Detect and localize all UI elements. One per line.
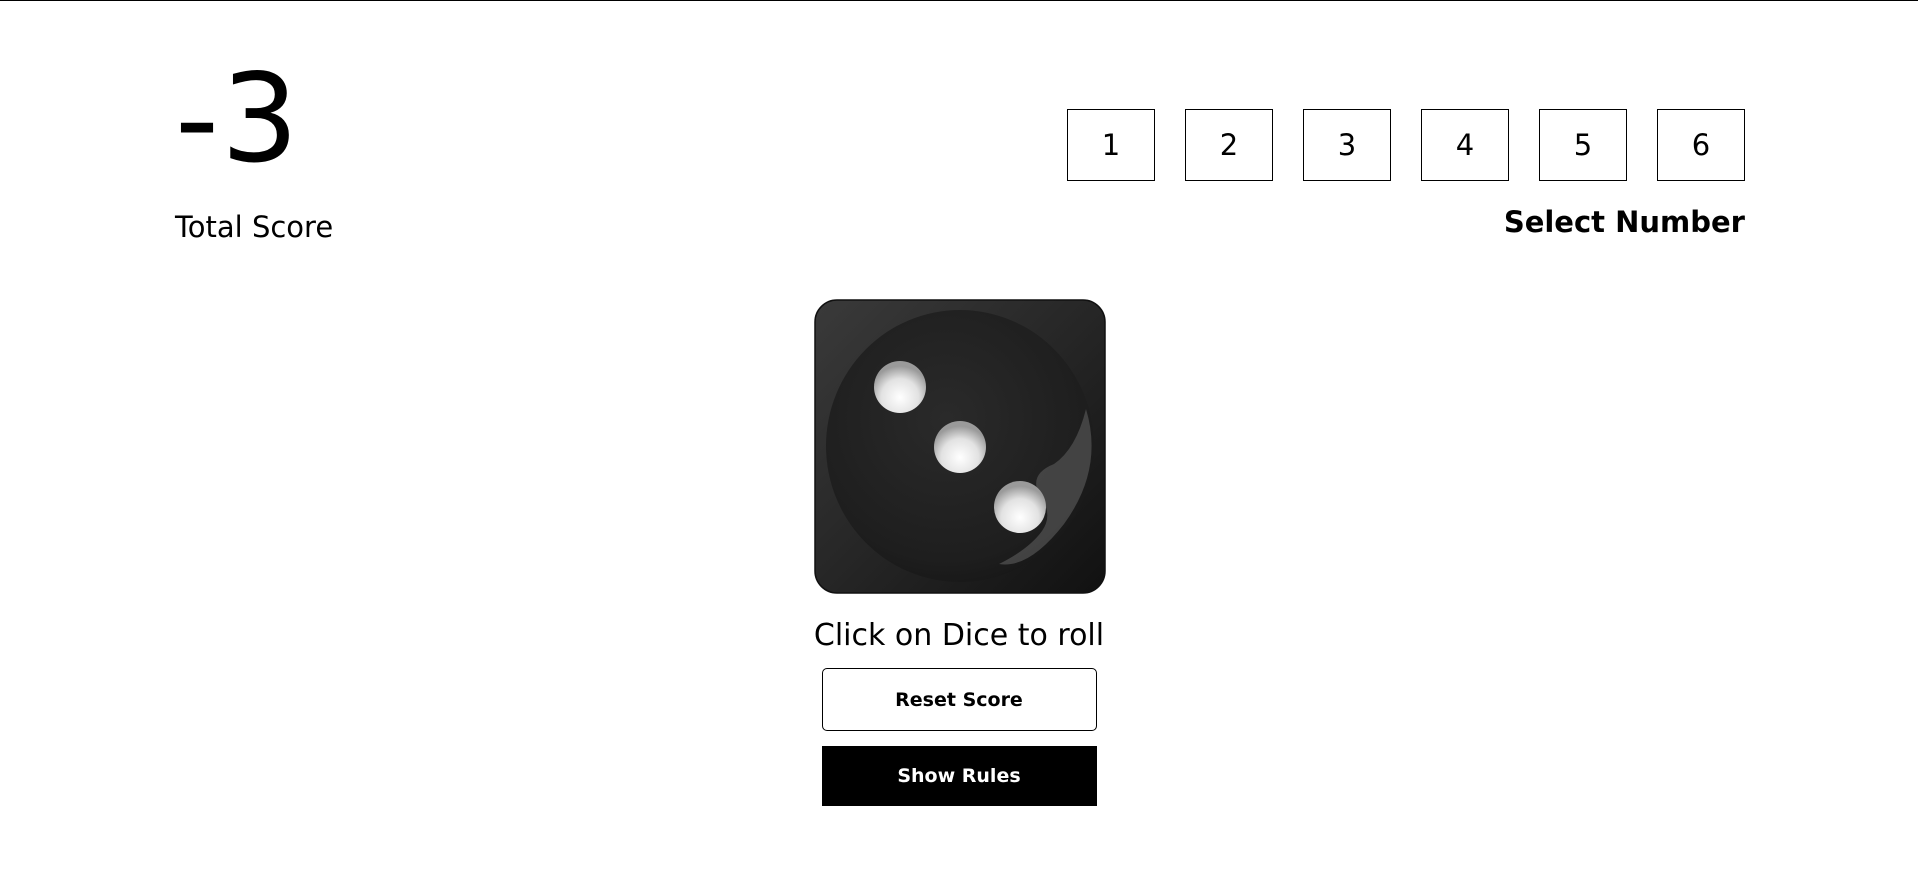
number-option-3[interactable]: 3 <box>1303 109 1391 181</box>
number-option-6[interactable]: 6 <box>1657 109 1745 181</box>
total-score-value: -3 <box>175 48 301 190</box>
top-divider <box>0 0 1918 1</box>
total-score-panel: -3 Total Score <box>175 58 333 244</box>
number-option-2[interactable]: 2 <box>1185 109 1273 181</box>
number-options: 1 2 3 4 5 6 <box>1067 109 1745 181</box>
roll-hint-text: Click on Dice to roll <box>813 618 1105 653</box>
dice-area: Click on Dice to roll Reset Score Show R… <box>0 299 1918 806</box>
dice-pip <box>934 421 986 473</box>
select-number-label: Select Number <box>1503 205 1745 239</box>
number-option-4[interactable]: 4 <box>1421 109 1509 181</box>
number-option-1[interactable]: 1 <box>1067 109 1155 181</box>
reset-score-button[interactable]: Reset Score <box>821 668 1097 731</box>
number-option-5[interactable]: 5 <box>1539 109 1627 181</box>
dice-pip <box>874 361 926 413</box>
show-rules-button[interactable]: Show Rules <box>821 746 1097 806</box>
dice-three-icon[interactable] <box>814 299 1106 594</box>
number-selector: 1 2 3 4 5 6 Select Number <box>1067 109 1745 239</box>
dice-pip <box>994 481 1046 533</box>
total-score-label: Total Score <box>175 210 334 244</box>
